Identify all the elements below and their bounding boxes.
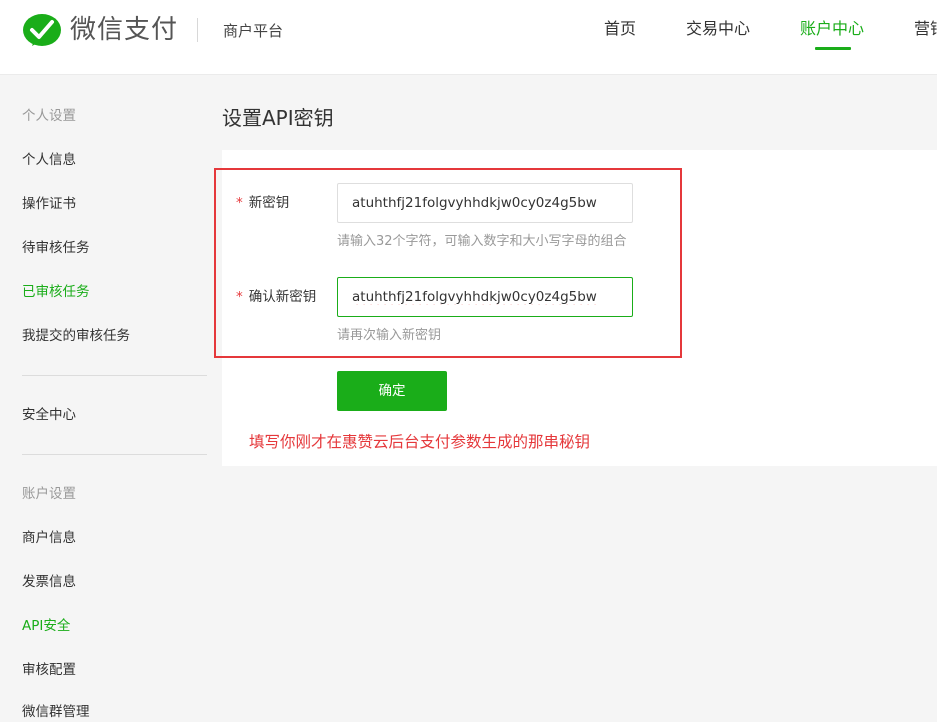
sidebar-item-merchant-info[interactable]: 商户信息	[22, 528, 76, 548]
sidebar-item-api-security[interactable]: API安全	[22, 616, 70, 636]
nav-home[interactable]: 首页	[604, 17, 636, 41]
sidebar-section-personal: 个人设置	[22, 108, 76, 124]
nav-marketing[interactable]: 营销	[914, 17, 937, 41]
sidebar-item-invoice-info[interactable]: 发票信息	[22, 572, 76, 592]
nav-active-indicator	[815, 47, 851, 50]
sidebar-item-certificate[interactable]: 操作证书	[22, 194, 76, 214]
nav-transactions[interactable]: 交易中心	[686, 17, 750, 41]
page-title: 设置API密钥	[222, 106, 334, 130]
sidebar-item-submitted-tasks[interactable]: 我提交的审核任务	[22, 326, 130, 346]
sidebar-item-reviewed-tasks[interactable]: 已审核任务	[22, 282, 90, 302]
platform-name: 商户平台	[223, 22, 284, 40]
sidebar-item-review-config[interactable]: 审核配置	[22, 660, 76, 680]
sidebar-item-wechat-group[interactable]: 微信群管理	[22, 702, 90, 722]
wechat-pay-logo-icon[interactable]	[22, 13, 62, 51]
sidebar-item-security-center[interactable]: 安全中心	[22, 405, 76, 425]
header-divider	[197, 18, 198, 42]
sidebar-divider	[22, 454, 207, 455]
sidebar-item-pending-tasks[interactable]: 待审核任务	[22, 238, 90, 258]
sidebar-section-account: 账户设置	[22, 486, 76, 502]
sidebar-item-personal-info[interactable]: 个人信息	[22, 150, 76, 170]
nav-account-center[interactable]: 账户中心	[800, 17, 864, 41]
sidebar-divider	[22, 375, 207, 376]
logo-text[interactable]: 微信支付	[70, 13, 178, 47]
annotation-text: 填写你刚才在惠赞云后台支付参数生成的那串秘钥	[249, 433, 591, 451]
annotation-highlight-box	[214, 168, 682, 358]
top-header: 微信支付 商户平台 首页 交易中心 账户中心 营销	[0, 0, 937, 75]
confirm-button[interactable]: 确定	[337, 371, 447, 411]
